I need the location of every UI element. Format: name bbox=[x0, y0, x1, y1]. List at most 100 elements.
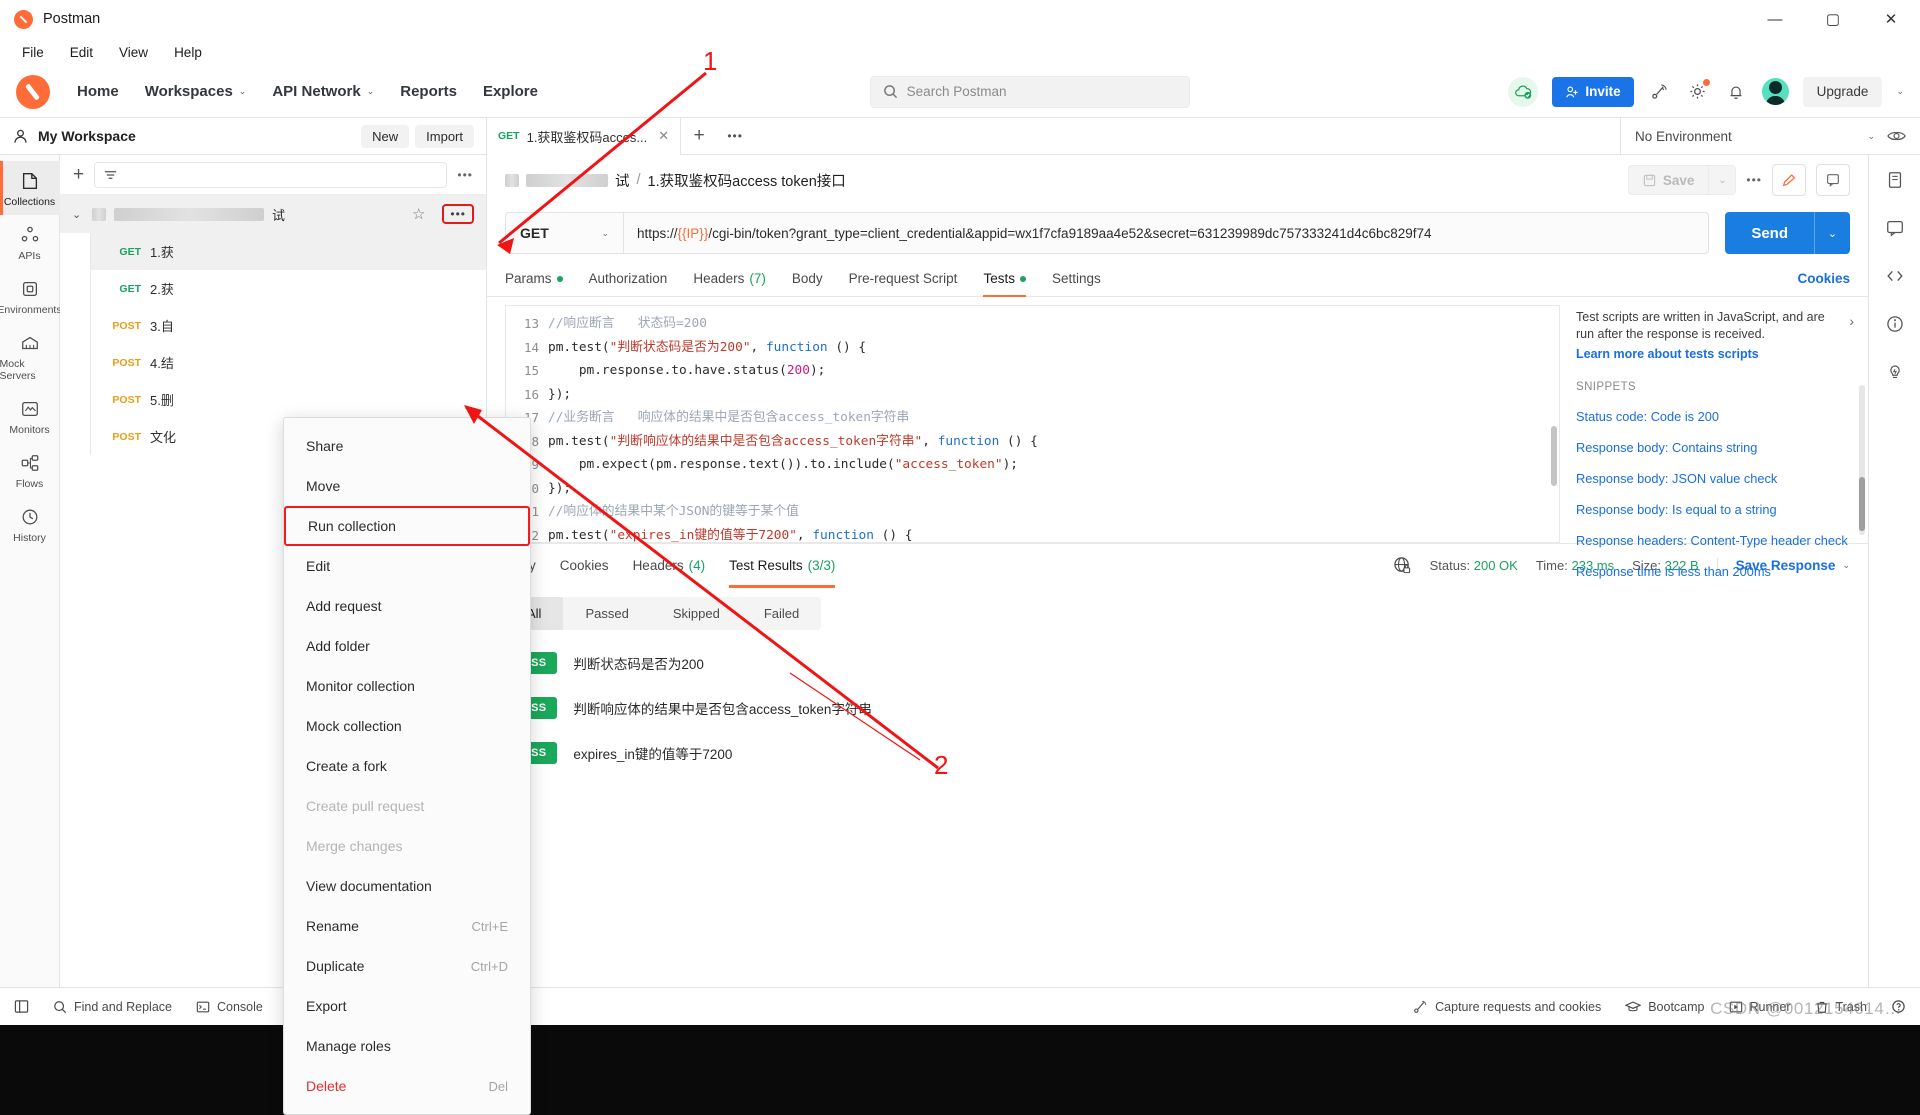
satellite-icon[interactable] bbox=[1648, 80, 1672, 104]
menu-file[interactable]: File bbox=[10, 41, 56, 64]
sidebar-item-monitors[interactable]: Monitors bbox=[0, 389, 60, 443]
context-menu-item-add-request[interactable]: Add request bbox=[284, 586, 530, 626]
snippet-item[interactable]: Response headers: Content-Type header ch… bbox=[1576, 533, 1852, 548]
find-and-replace-button[interactable]: Find and Replace bbox=[53, 1000, 172, 1014]
code-content[interactable]: //响应断言 状态码=200 pm.test("判断状态码是否为200", fun… bbox=[548, 306, 1559, 542]
sidebar-item-history[interactable]: History bbox=[0, 497, 60, 551]
menu-help[interactable]: Help bbox=[162, 41, 214, 64]
snippet-item[interactable]: Response body: JSON value check bbox=[1576, 471, 1852, 486]
info-icon[interactable] bbox=[1882, 311, 1908, 337]
context-menu-item-duplicate[interactable]: Duplicate Ctrl+D bbox=[284, 946, 530, 986]
bootcamp-button[interactable]: Bootcamp bbox=[1625, 1000, 1705, 1014]
eye-icon[interactable] bbox=[1887, 129, 1906, 143]
context-menu-item-delete[interactable]: Delete Del bbox=[284, 1066, 530, 1106]
nav-explore[interactable]: Explore bbox=[470, 76, 551, 107]
code-snippet-icon[interactable] bbox=[1882, 263, 1908, 289]
learn-more-link[interactable]: Learn more about tests scripts bbox=[1576, 347, 1852, 361]
editor-scrollbar[interactable] bbox=[1551, 426, 1557, 486]
documentation-icon[interactable] bbox=[1882, 167, 1908, 193]
context-menu-item-export[interactable]: Export bbox=[284, 986, 530, 1026]
filter-passed[interactable]: Passed bbox=[563, 597, 650, 630]
tab-params[interactable]: Params bbox=[505, 271, 563, 296]
response-tab-headers[interactable]: Headers (4) bbox=[633, 544, 706, 588]
nav-home[interactable]: Home bbox=[64, 76, 132, 107]
edit-pen-button[interactable] bbox=[1772, 164, 1806, 196]
url-input[interactable]: https://{{IP}}/cgi-bin/token?grant_type=… bbox=[623, 212, 1710, 254]
sidebar-toggle-button[interactable] bbox=[14, 999, 29, 1014]
sync-status-icon[interactable] bbox=[1508, 76, 1539, 107]
runner-button[interactable]: Runner bbox=[1729, 1000, 1791, 1014]
method-selector[interactable]: GET ⌄ bbox=[505, 212, 623, 254]
tab-options-button[interactable]: ••• bbox=[717, 118, 753, 155]
sidebar-item-apis[interactable]: APIs bbox=[0, 215, 60, 269]
collection-row[interactable]: ⌄ 试 ☆ ••• bbox=[60, 195, 486, 233]
favorite-star-icon[interactable]: ☆ bbox=[412, 205, 425, 223]
tab-headers[interactable]: Headers (7) bbox=[693, 271, 766, 296]
tab-authorization[interactable]: Authorization bbox=[589, 271, 668, 296]
nav-api-network[interactable]: API Network ⌄ bbox=[259, 76, 387, 107]
help-circle-icon[interactable] bbox=[1891, 999, 1906, 1014]
tab-pre-request-script[interactable]: Pre-request Script bbox=[849, 271, 958, 296]
filter-failed[interactable]: Failed bbox=[742, 597, 821, 630]
context-menu-item-add-folder[interactable]: Add folder bbox=[284, 626, 530, 666]
close-button[interactable]: ✕ bbox=[1862, 0, 1920, 38]
console-button[interactable]: Console bbox=[196, 1000, 263, 1014]
comment-button[interactable] bbox=[1816, 164, 1850, 196]
list-item[interactable]: POST 4.结 bbox=[90, 344, 486, 381]
add-collection-button[interactable]: + bbox=[73, 164, 84, 186]
sidebar-item-flows[interactable]: Flows bbox=[0, 443, 60, 497]
snippet-item[interactable]: Status code: Code is 200 bbox=[1576, 409, 1852, 424]
snippet-item[interactable]: Response body: Contains string bbox=[1576, 440, 1852, 455]
context-menu-item-view-documentation[interactable]: View documentation bbox=[284, 866, 530, 906]
snippets-scrollbar-thumb[interactable] bbox=[1859, 477, 1865, 531]
import-button[interactable]: Import bbox=[415, 124, 474, 148]
user-avatar[interactable] bbox=[1761, 78, 1789, 105]
context-menu-item-move[interactable]: Move bbox=[284, 466, 530, 506]
lightbulb-icon[interactable] bbox=[1882, 359, 1908, 385]
response-tab-test-results[interactable]: Test Results (3/3) bbox=[729, 544, 836, 588]
sidebar-item-collections[interactable]: Collections bbox=[0, 161, 60, 215]
cookies-link[interactable]: Cookies bbox=[1797, 271, 1850, 296]
send-button[interactable]: Send bbox=[1725, 212, 1814, 254]
close-icon[interactable]: ✕ bbox=[658, 128, 669, 144]
new-button[interactable]: New bbox=[361, 124, 410, 148]
sidebar-filter-input[interactable] bbox=[94, 161, 448, 188]
context-menu-item-mock-collection[interactable]: Mock collection bbox=[284, 706, 530, 746]
nav-reports[interactable]: Reports bbox=[387, 76, 470, 107]
chevron-down-icon[interactable]: ⌄ bbox=[72, 208, 84, 221]
list-item[interactable]: GET 1.获 bbox=[90, 233, 486, 270]
sidebar-more-button[interactable]: ••• bbox=[457, 168, 473, 182]
tab-tests[interactable]: Tests bbox=[983, 271, 1026, 297]
request-more-button[interactable]: ••• bbox=[1746, 173, 1762, 187]
code-editor[interactable]: 13141516171819202122232425 //响应断言 状态码=20… bbox=[505, 305, 1560, 543]
trash-button[interactable]: Trash bbox=[1815, 1000, 1867, 1014]
upgrade-chevron-down-icon[interactable]: ⌄ bbox=[1896, 86, 1904, 97]
context-menu-item-share[interactable]: Share bbox=[284, 426, 530, 466]
maximize-button[interactable]: ▢ bbox=[1804, 0, 1862, 38]
tab-body[interactable]: Body bbox=[792, 271, 823, 296]
menu-edit[interactable]: Edit bbox=[58, 41, 105, 64]
search-input[interactable]: Search Postman bbox=[869, 75, 1190, 108]
send-options-button[interactable]: ⌄ bbox=[1814, 212, 1850, 254]
context-menu-item-manage-roles[interactable]: Manage roles bbox=[284, 1026, 530, 1066]
settings-gear-button[interactable] bbox=[1686, 77, 1711, 104]
snippet-item[interactable]: Response body: Is equal to a string bbox=[1576, 502, 1852, 517]
nav-workspaces[interactable]: Workspaces ⌄ bbox=[132, 76, 260, 107]
request-tab[interactable]: GET 1.获取鉴权码acces... ✕ bbox=[487, 117, 682, 155]
environment-selector[interactable]: No Environment ⌄ bbox=[1635, 129, 1875, 144]
comments-icon[interactable] bbox=[1882, 215, 1908, 241]
save-button[interactable]: Save bbox=[1627, 165, 1709, 195]
context-menu-item-run-collection[interactable]: Run collection bbox=[284, 506, 530, 546]
capture-requests-button[interactable]: Capture requests and cookies bbox=[1413, 999, 1601, 1014]
postman-brand-icon[interactable] bbox=[16, 74, 50, 109]
filter-skipped[interactable]: Skipped bbox=[651, 597, 742, 630]
sidebar-item-mock-servers[interactable]: Mock Servers bbox=[0, 323, 60, 389]
save-options-button[interactable]: ⌄ bbox=[1708, 165, 1737, 195]
context-menu-item-create-a-fork[interactable]: Create a fork bbox=[284, 746, 530, 786]
list-item[interactable]: GET 2.获 bbox=[90, 270, 486, 307]
menu-view[interactable]: View bbox=[107, 41, 160, 64]
snippet-item[interactable]: Response time is less than 200ms bbox=[1576, 564, 1852, 579]
context-menu-item-monitor-collection[interactable]: Monitor collection bbox=[284, 666, 530, 706]
chevron-right-icon[interactable]: › bbox=[1849, 313, 1854, 329]
list-item[interactable]: POST 3.自 bbox=[90, 307, 486, 344]
